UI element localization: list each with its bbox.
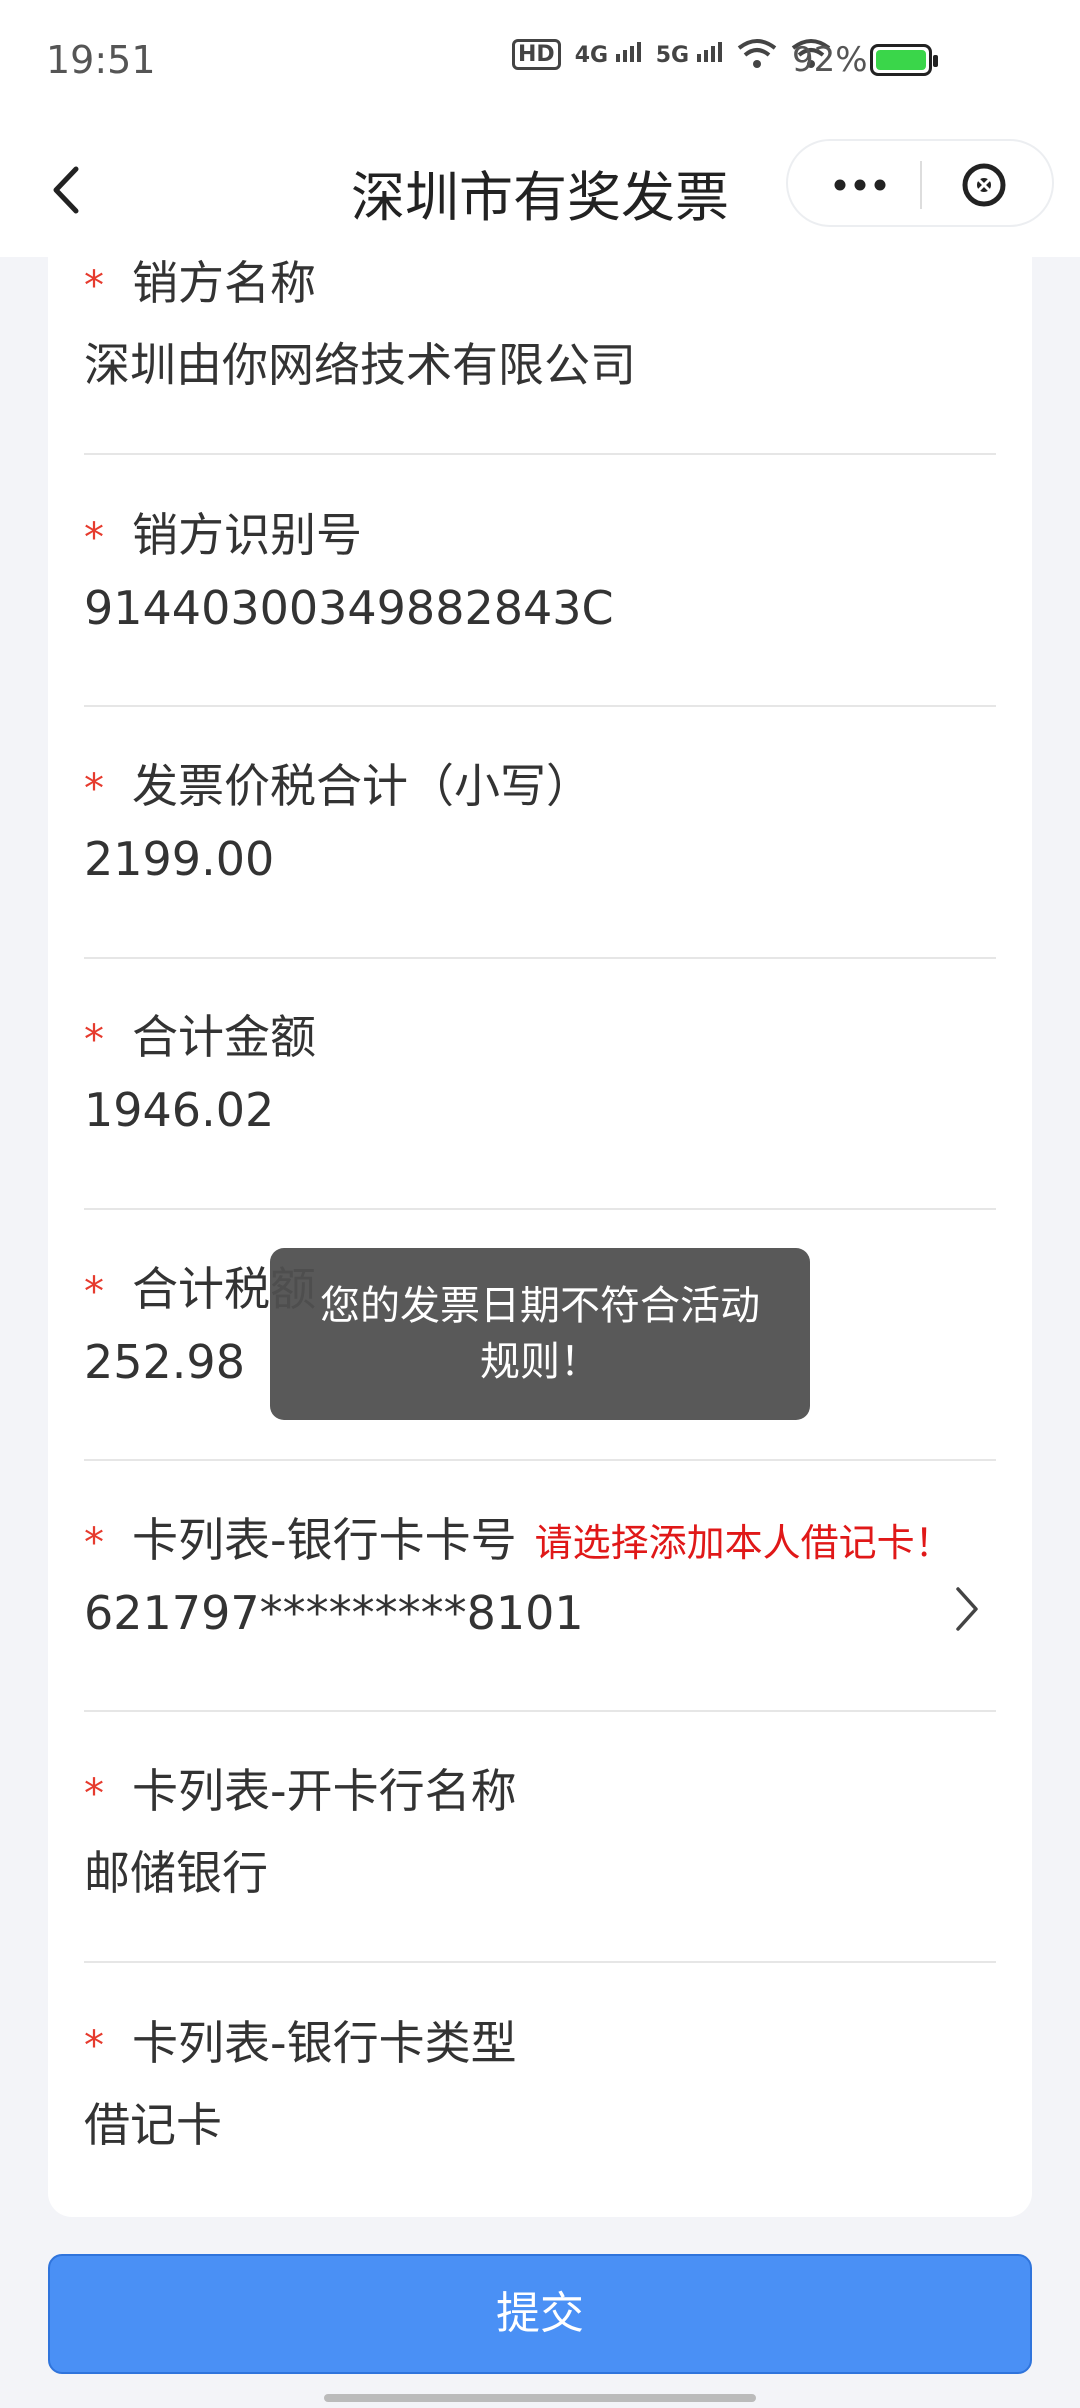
field-label: 销方名称: [132, 256, 316, 310]
battery-percent: 92%: [792, 40, 868, 80]
field-value: 621797*********8101: [84, 1586, 584, 1640]
submit-button[interactable]: 提交: [48, 2254, 1032, 2374]
field-value: 2199.00: [84, 832, 275, 886]
invoice-form-card: * 销方名称 深圳由你网络技术有限公司 * 销方识别号 91440300349882…: [48, 256, 1032, 2217]
required-mark: *: [84, 1520, 104, 1566]
field-value: 91440300349882843C: [84, 581, 614, 635]
back-arrow-icon[interactable]: [40, 155, 100, 225]
home-indicator[interactable]: [324, 2394, 756, 2402]
hd-icon: HD: [512, 38, 561, 70]
status-icons: HD 4G 5G: [512, 38, 831, 70]
chevron-right-icon[interactable]: [946, 1579, 986, 1639]
field-total-amount: * 合计金额 1946.02: [84, 1001, 996, 1161]
divider: [84, 1710, 996, 1712]
required-mark: *: [84, 766, 104, 812]
status-time: 19:51: [46, 38, 156, 82]
signal-5g-label: 5G: [655, 43, 690, 68]
divider: [84, 705, 996, 707]
field-bank-card-type: * 卡列表-银行卡类型 借记卡: [84, 2007, 996, 2167]
field-label: 卡列表-银行卡类型: [132, 2016, 517, 2070]
field-label: 合计金额: [132, 1010, 316, 1064]
required-mark: *: [84, 1017, 104, 1063]
required-mark: *: [84, 515, 104, 561]
required-mark: *: [84, 1269, 104, 1315]
battery-icon: [870, 44, 938, 76]
signal-5g-icon: 5G: [656, 40, 723, 68]
field-bank-name: * 卡列表-开卡行名称 邮储银行: [84, 1755, 996, 1915]
field-label: 卡列表-开卡行名称: [132, 1764, 517, 1818]
close-icon[interactable]: [934, 155, 1034, 215]
required-mark: *: [84, 263, 104, 309]
field-invoice-total: * 发票价税合计（小写） 2199.00: [84, 750, 996, 910]
bank-card-hint: 请选择添加本人借记卡！: [534, 1521, 953, 1565]
field-label: 销方识别号: [132, 508, 362, 562]
field-value: 邮储银行: [84, 1846, 268, 1900]
divider: [84, 453, 996, 455]
divider: [84, 957, 996, 959]
field-label: 发票价税合计（小写）: [132, 759, 592, 813]
field-value: 252.98: [84, 1335, 245, 1389]
mini-program-capsule: [786, 139, 1054, 227]
signal-4g-icon: 4G: [575, 40, 642, 68]
divider: [84, 1208, 996, 1210]
field-seller-tax-id: * 销方识别号 91440300349882843C: [84, 499, 996, 659]
field-value: 深圳由你网络技术有限公司: [84, 338, 636, 392]
nav-bar: 深圳市有奖发票: [0, 125, 1080, 257]
wifi-plus-icon: [737, 39, 777, 68]
required-mark: *: [84, 1771, 104, 1817]
error-toast: 您的发票日期不符合活动规则！: [270, 1248, 810, 1420]
field-value: 1946.02: [84, 1083, 275, 1137]
signal-4g-label: 4G: [574, 43, 609, 68]
divider: [84, 1961, 996, 1963]
capsule-divider: [920, 161, 922, 209]
more-icon[interactable]: [810, 157, 910, 213]
field-label: 卡列表-银行卡卡号: [132, 1513, 517, 1567]
status-bar: 19:51 HD 4G 5G 92%: [0, 0, 1080, 125]
field-bank-card-number[interactable]: * 卡列表-银行卡卡号 请选择添加本人借记卡！ 621797*********810…: [84, 1504, 996, 1674]
field-seller-name: * 销方名称 深圳由你网络技术有限公司: [84, 247, 996, 407]
divider: [84, 1459, 996, 1461]
field-value: 借记卡: [84, 2098, 222, 2152]
required-mark: *: [84, 2023, 104, 2069]
